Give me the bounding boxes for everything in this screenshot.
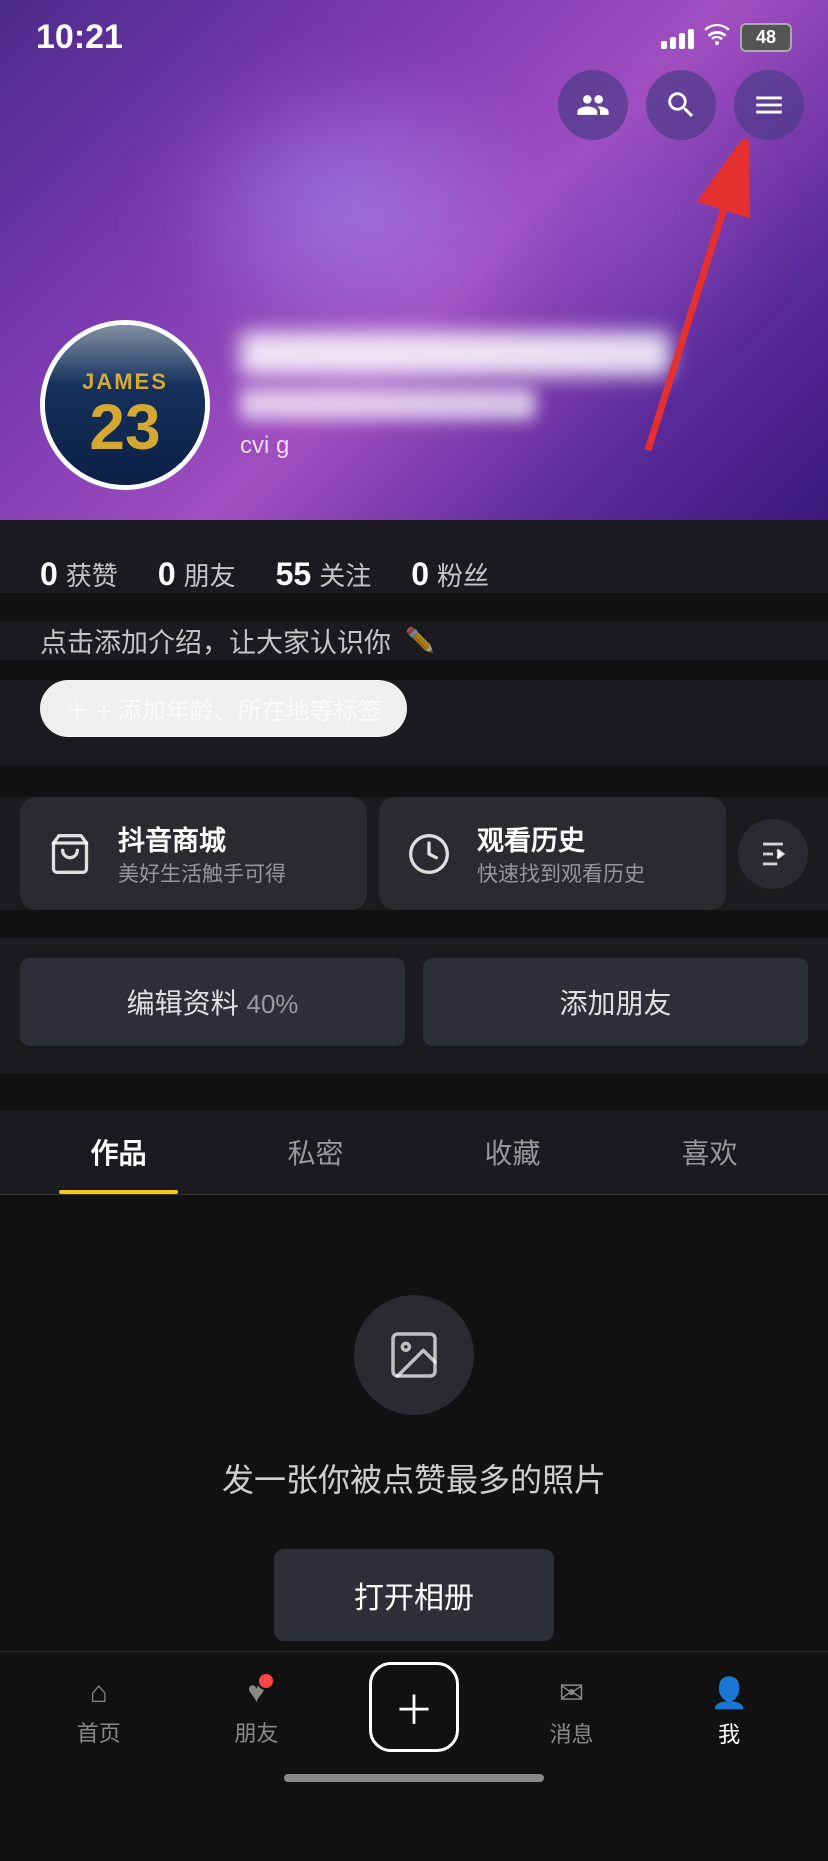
search-button[interactable] xyxy=(646,70,716,140)
top-icons xyxy=(558,70,804,140)
nav-messages[interactable]: ✉ 消息 xyxy=(493,1676,651,1749)
me-icon: 👤 xyxy=(710,1676,747,1711)
stats-row: 0 获赞 0 朋友 55 关注 0 粉丝 xyxy=(40,556,788,593)
menu-button[interactable] xyxy=(734,70,804,140)
empty-icon-circle xyxy=(354,1295,474,1415)
add-friend-button[interactable]: 添加朋友 xyxy=(423,958,808,1046)
action-row: 编辑资料 40% 添加朋友 xyxy=(0,938,828,1074)
nav-friends[interactable]: ♥ 朋友 xyxy=(178,1676,336,1748)
tab-likes[interactable]: 喜欢 xyxy=(611,1110,808,1194)
nav-home[interactable]: ⌂ 首页 xyxy=(20,1676,178,1748)
tab-private[interactable]: 私密 xyxy=(217,1110,414,1194)
add-tag-button[interactable]: ＋ + 添加年龄、所在地等标签 xyxy=(40,680,407,737)
cover-area: JAMES 23 cvi g xyxy=(0,0,828,520)
cart-icon xyxy=(44,828,96,880)
tabs-row: 作品 私密 收藏 喜欢 xyxy=(0,1110,828,1195)
home-indicator xyxy=(284,1774,544,1782)
nav-post[interactable]: ＋ xyxy=(335,1672,493,1752)
stat-followers: 0 粉丝 xyxy=(411,556,489,593)
friends-button[interactable] xyxy=(558,70,628,140)
signal-icon xyxy=(661,27,694,49)
clock-icon xyxy=(403,828,455,880)
bio-row[interactable]: 点击添加介绍，让大家认识你 ✏️ xyxy=(0,621,828,660)
empty-state: 发一张你被点赞最多的照片 打开相册 xyxy=(0,1195,828,1701)
edit-profile-button[interactable]: 编辑资料 40% xyxy=(20,958,405,1046)
watch-history-card[interactable]: 观看历史 快速找到观看历史 xyxy=(379,797,726,910)
tags-row: ＋ + 添加年龄、所在地等标签 xyxy=(0,680,828,765)
avatar: JAMES 23 xyxy=(40,320,210,490)
stat-likes: 0 获赞 xyxy=(40,556,118,593)
douyin-mall-card[interactable]: 抖音商城 美好生活触手可得 xyxy=(20,797,367,910)
more-features-button[interactable] xyxy=(738,819,808,889)
stat-friends: 0 朋友 xyxy=(158,556,236,593)
tab-works[interactable]: 作品 xyxy=(20,1110,217,1194)
stats-section: 0 获赞 0 朋友 55 关注 0 粉丝 xyxy=(0,520,828,593)
battery-icon: 48 xyxy=(740,23,792,52)
stat-following: 55 关注 xyxy=(276,556,372,593)
open-album-button[interactable]: 打开相册 xyxy=(274,1549,554,1641)
post-button[interactable]: ＋ xyxy=(369,1662,459,1752)
edit-bio-icon[interactable]: ✏️ xyxy=(405,626,435,655)
wifi-icon xyxy=(704,24,730,52)
nav-me[interactable]: 👤 我 xyxy=(650,1676,808,1749)
friends-nav-icon: ♥ xyxy=(247,1676,265,1710)
status-bar: 10:21 48 xyxy=(0,0,828,65)
home-icon: ⌂ xyxy=(90,1676,108,1710)
username-area: cvi g xyxy=(240,332,778,460)
messages-icon: ✉ xyxy=(559,1676,584,1711)
tab-favorites[interactable]: 收藏 xyxy=(414,1110,611,1194)
bottom-nav: ⌂ 首页 ♥ 朋友 ＋ ✉ 消息 👤 我 xyxy=(0,1651,828,1792)
status-icons: 48 xyxy=(661,23,792,52)
avatar-wrap: JAMES 23 xyxy=(40,320,210,490)
status-time: 10:21 xyxy=(36,18,123,57)
feature-row: 抖音商城 美好生活触手可得 观看历史 快速找到观看历史 xyxy=(0,797,828,910)
